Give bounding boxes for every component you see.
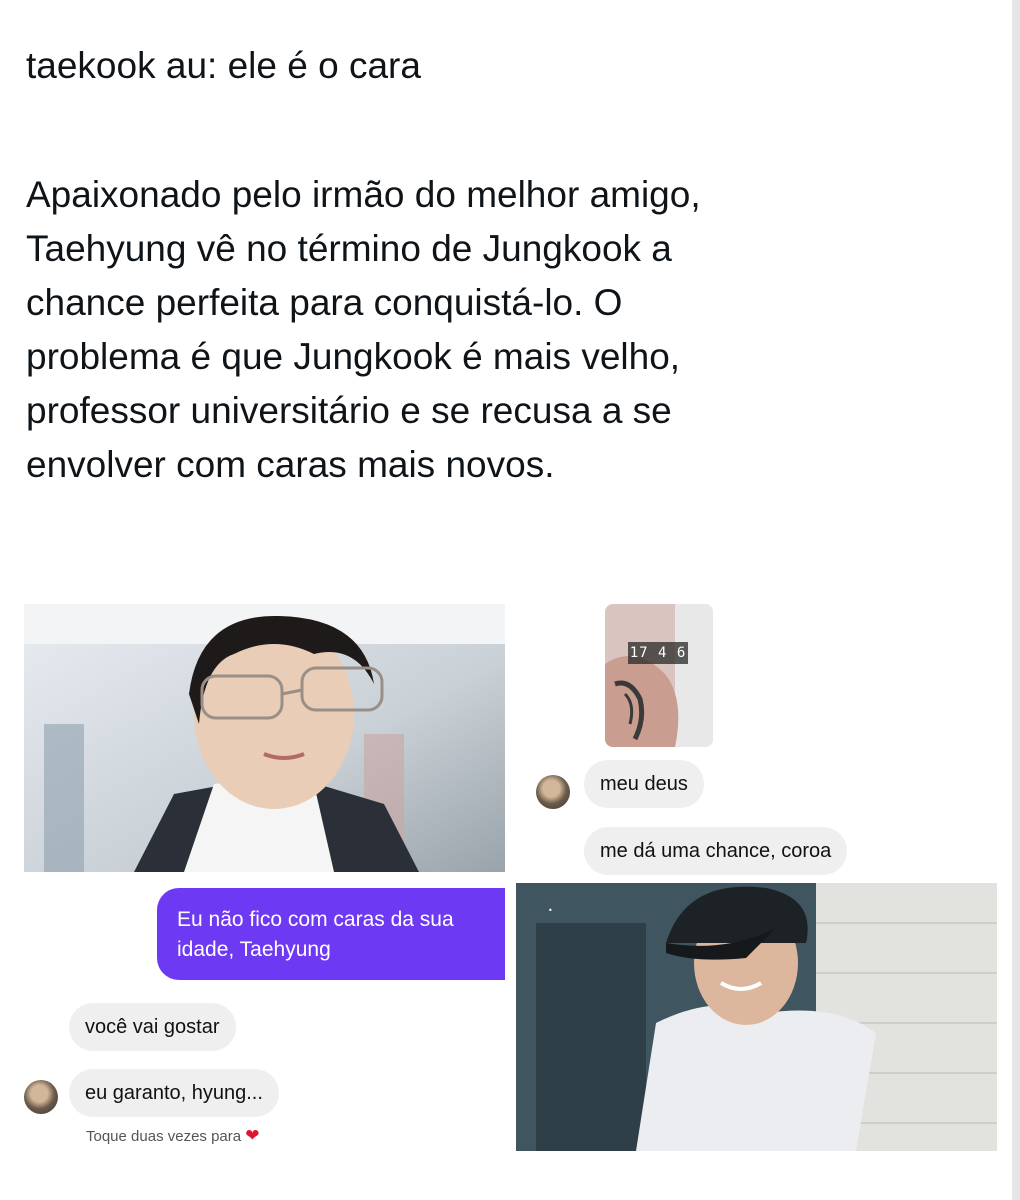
scrollbar[interactable] [1012,0,1020,1200]
received-message: eu garanto, hyung... [69,1069,279,1117]
post-body: Apaixonado pelo irmão do melhor amigo, T… [26,174,701,485]
received-message: me dá uma chance, coroa [584,827,848,875]
avatar[interactable] [536,775,570,809]
received-message: você vai gostar [69,1003,236,1051]
svg-text:•: • [548,906,553,915]
double-tap-hint: Toque duas vezes para ❤ [86,1126,260,1146]
chat-photo-thumbnail[interactable] [605,604,713,747]
avatar[interactable] [24,1080,58,1114]
photo-man-cap[interactable]: • [516,883,997,1151]
received-message: meu deus [584,760,704,808]
heart-icon[interactable]: ❤ [245,1126,259,1145]
double-tap-hint-text: Toque duas vezes para [86,1128,242,1145]
sent-message: Eu não fico com caras da sua idade, Taeh… [157,888,505,980]
post-title: taekook au: ele é o cara [26,45,421,86]
photo-timestamp: 17 4 6 [628,642,688,664]
photo-man-glasses[interactable] [24,604,505,872]
